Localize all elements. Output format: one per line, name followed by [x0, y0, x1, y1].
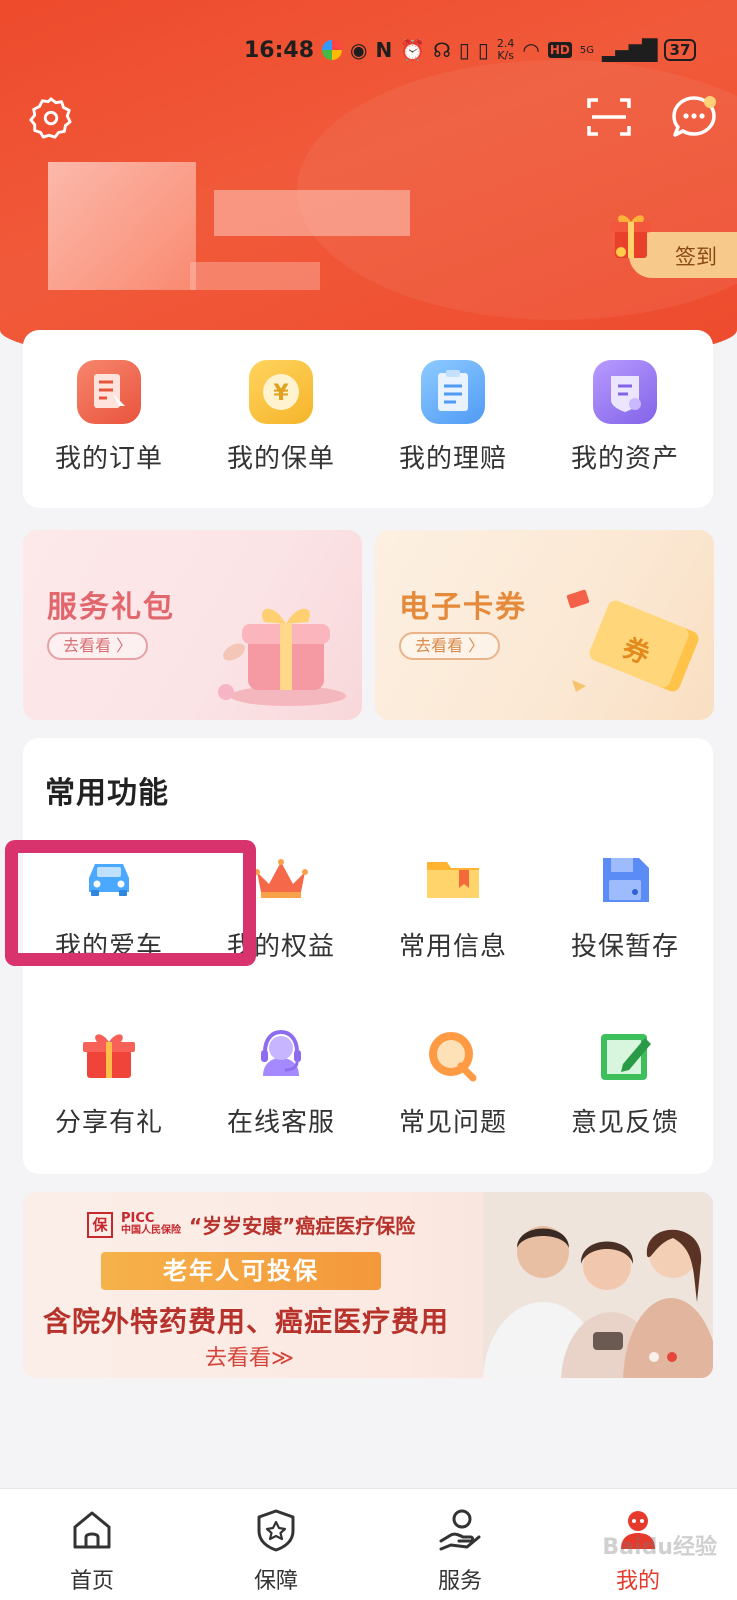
faq-button[interactable]: 常见问题 — [367, 1024, 539, 1139]
battery-indicator: 37 — [663, 39, 697, 61]
scan-icon[interactable] — [586, 96, 632, 138]
settings-icon[interactable] — [28, 95, 74, 141]
battery-saver-icon: ▯ — [458, 38, 470, 62]
claim-icon — [421, 360, 485, 424]
family-photo — [483, 1192, 713, 1378]
banner-cta-link[interactable]: 去看看≫ — [205, 1340, 294, 1372]
picc-logo-text: PICC 中国人民保险 — [121, 1211, 181, 1236]
picc-logo-line2: 中国人民保险 — [121, 1225, 181, 1236]
avatar[interactable] — [48, 162, 196, 290]
status-icons: ◉ N ⏰ ☊ ▯ ▯ 2.4 K/s ◠ HD 5G ▂▄▆█ 37 — [322, 38, 697, 62]
faq-label: 常见问题 — [398, 1108, 507, 1138]
username-redacted — [214, 190, 410, 236]
profile-header: 16:48 ◉ N ⏰ ☊ ▯ ▯ 2.4 K/s ◠ HD 5G ▂▄▆█ 3… — [0, 0, 737, 370]
picc-logo-line1: PICC — [121, 1211, 155, 1226]
baidu-watermark: Baidu经验 — [602, 1535, 717, 1560]
headphones-icon: ☊ — [433, 38, 451, 62]
banner-dot — [649, 1352, 659, 1362]
question-icon — [421, 1024, 485, 1088]
asset-icon — [593, 360, 657, 424]
service-gift-go-button[interactable]: 去看看 〉 — [47, 632, 149, 660]
picc-logo: 保 PICC 中国人民保险 “岁岁安康”癌症医疗保险 — [87, 1210, 415, 1239]
banner-dot-active — [667, 1352, 677, 1362]
my-orders-label: 我的订单 — [54, 444, 163, 474]
annotation-highlight-box — [5, 840, 256, 966]
service-gift-card[interactable]: 服务礼包 去看看 〉 — [23, 530, 362, 720]
tab-service-label: 服务 — [437, 1569, 482, 1594]
banner-headline: 含院外特药费用、癌症医疗费用 — [43, 1305, 450, 1338]
my-policies-label: 我的保单 — [226, 444, 335, 474]
insurance-ad-banner[interactable]: 保 PICC 中国人民保险 “岁岁安康”癌症医疗保险 老年人可投保 含院外特药费… — [23, 1192, 713, 1378]
headset-icon — [249, 1024, 313, 1088]
shield-icon — [257, 1509, 295, 1552]
checkin-button[interactable]: 签到 — [611, 215, 737, 278]
tab-home[interactable]: 首页 — [32, 1507, 152, 1595]
gift-box-illustration — [218, 608, 346, 706]
common-info-button[interactable]: 常用信息 — [367, 848, 539, 963]
alarm-icon: ⏰ — [400, 38, 426, 62]
feedback-icon — [593, 1024, 657, 1088]
feedback-button[interactable]: 意见反馈 — [539, 1024, 711, 1139]
e-coupon-title: 电子卡券 — [399, 590, 527, 625]
save-icon — [593, 848, 657, 912]
signal-label: 5G — [579, 44, 594, 56]
online-support-label: 在线客服 — [226, 1108, 335, 1138]
coupon-illustration: 券 — [566, 589, 699, 692]
common-info-label: 常用信息 — [398, 932, 507, 962]
vibrate-icon: ▯ — [477, 38, 489, 62]
online-support-button[interactable]: 在线客服 — [195, 1024, 367, 1139]
my-policies-button[interactable]: ¥ 我的保单 — [195, 360, 367, 475]
tab-protection[interactable]: 保障 — [216, 1507, 336, 1595]
common-functions-title: 常用功能 — [45, 776, 169, 811]
share-gift-button[interactable]: 分享有礼 — [23, 1024, 195, 1139]
my-assets-button[interactable]: 我的资产 — [539, 360, 711, 475]
hd-badge: HD — [547, 42, 572, 58]
wifi-icon: ◠ — [522, 38, 540, 62]
net-speed: 2.4 K/s — [497, 38, 515, 62]
colorful-app-icon — [322, 40, 342, 60]
bottom-tab-bar: 首页 保障 服务 我的 Baidu经验 — [0, 1488, 737, 1600]
status-bar: 16:48 ◉ N ⏰ ☊ ▯ ▯ 2.4 K/s ◠ HD 5G ▂▄▆█ 3… — [0, 36, 737, 70]
service-icon — [439, 1509, 481, 1551]
tab-mine-label: 我的 — [615, 1569, 660, 1594]
nfc-icon: N — [375, 38, 393, 62]
quick-actions-card: 我的订单 ¥ 我的保单 我的理赔 我的资产 — [23, 330, 713, 508]
policy-icon: ¥ — [249, 360, 313, 424]
tab-service[interactable]: 服务 — [400, 1507, 520, 1595]
checkin-gift-icon — [611, 215, 651, 258]
order-icon — [77, 360, 141, 424]
crown-icon — [249, 848, 313, 912]
user-info-redacted — [190, 262, 320, 290]
home-icon — [73, 1511, 111, 1549]
share-gift-label: 分享有礼 — [54, 1108, 163, 1138]
folder-icon — [421, 848, 485, 912]
banner-pagination — [649, 1352, 677, 1362]
signal-icon: ▂▄▆█ — [602, 38, 658, 62]
tab-home-label: 首页 — [69, 1569, 114, 1594]
status-time: 16:48 — [244, 38, 315, 63]
my-assets-label: 我的资产 — [570, 444, 679, 474]
my-orders-button[interactable]: 我的订单 — [23, 360, 195, 475]
e-coupon-go-button[interactable]: 去看看 〉 — [399, 632, 501, 660]
feedback-label: 意见反馈 — [570, 1108, 679, 1138]
eye-icon: ◉ — [350, 38, 368, 62]
tab-protection-label: 保障 — [253, 1569, 298, 1594]
message-badge-dot — [704, 96, 716, 108]
my-claims-button[interactable]: 我的理赔 — [367, 360, 539, 475]
saved-application-button[interactable]: 投保暂存 — [539, 848, 711, 963]
banner-ribbon: 老年人可投保 — [101, 1252, 381, 1290]
picc-logo-mark: 保 — [87, 1211, 113, 1238]
svg-text:¥: ¥ — [273, 381, 289, 406]
service-gift-title: 服务礼包 — [47, 590, 175, 625]
checkin-label: 签到 — [675, 245, 717, 269]
banner-product-name: “岁岁安康”癌症医疗保险 — [189, 1214, 416, 1238]
message-icon[interactable] — [670, 94, 718, 140]
e-coupon-card[interactable]: 电子卡券 去看看 〉 券 — [375, 530, 714, 720]
net-speed-unit: K/s — [497, 49, 514, 62]
gift-icon — [77, 1024, 141, 1088]
saved-application-label: 投保暂存 — [570, 932, 679, 962]
my-claims-label: 我的理赔 — [398, 444, 507, 474]
